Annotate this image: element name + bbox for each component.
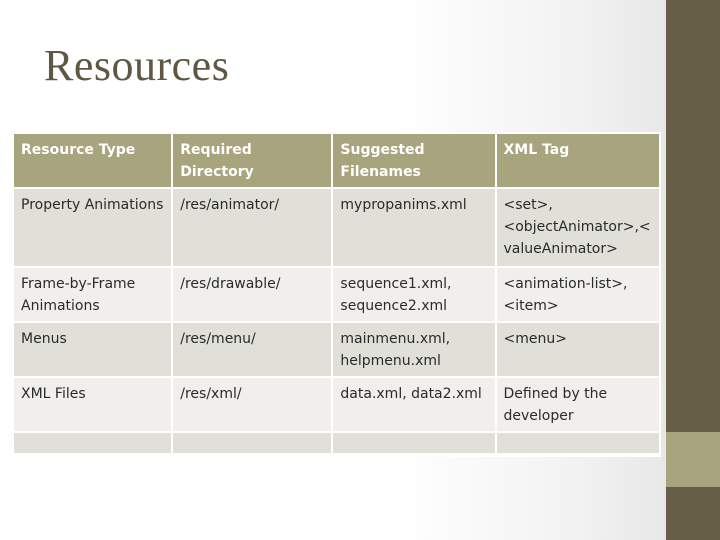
cell-required-directory: /res/drawable/: [173, 268, 334, 323]
header-xml-tag: XML Tag: [496, 134, 659, 189]
table-row: Property Animations /res/animator/ mypro…: [14, 189, 659, 268]
table-row: XML Files /res/xml/ data.xml, data2.xml …: [14, 378, 659, 433]
cell-required-directory: /res/animator/: [173, 189, 334, 268]
cell-suggested-filenames: sequence1.xml, sequence2.xml: [333, 268, 497, 323]
table-row: Frame-by-Frame Animations /res/drawable/…: [14, 268, 659, 323]
cell-suggested-filenames: mainmenu.xml, helpmenu.xml: [333, 323, 497, 378]
cell-required-directory: /res/xml/: [173, 378, 334, 433]
table-row-empty: [14, 433, 659, 455]
cell-xml-tag: Defined by the developer: [496, 378, 659, 433]
cell-empty: [333, 433, 497, 455]
table-row: Menus /res/menu/ mainmenu.xml, helpmenu.…: [14, 323, 659, 378]
header-suggested-filenames: Suggested Filenames: [333, 134, 497, 189]
cell-suggested-filenames: data.xml, data2.xml: [333, 378, 497, 433]
cell-resource-type: Menus: [14, 323, 174, 378]
cell-xml-tag: <animation-list>, <item>: [496, 268, 659, 323]
cell-empty: [14, 433, 174, 455]
resources-table: Resource Type Required Directory Suggest…: [12, 132, 661, 457]
cell-empty: [496, 433, 659, 455]
slide-title: Resources: [44, 41, 230, 90]
side-decor-accent: [666, 432, 720, 487]
cell-suggested-filenames: mypropanims.xml: [333, 189, 497, 268]
cell-required-directory: /res/menu/: [173, 323, 334, 378]
cell-resource-type: XML Files: [14, 378, 174, 433]
cell-xml-tag: <menu>: [496, 323, 659, 378]
cell-resource-type: Frame-by-Frame Animations: [14, 268, 174, 323]
cell-empty: [173, 433, 334, 455]
header-required-directory: Required Directory: [173, 134, 334, 189]
header-resource-type: Resource Type: [14, 134, 174, 189]
cell-xml-tag: <set>, <objectAnimator>,< valueAnimator>: [496, 189, 659, 268]
cell-resource-type: Property Animations: [14, 189, 174, 268]
table-header-row: Resource Type Required Directory Suggest…: [14, 134, 659, 189]
